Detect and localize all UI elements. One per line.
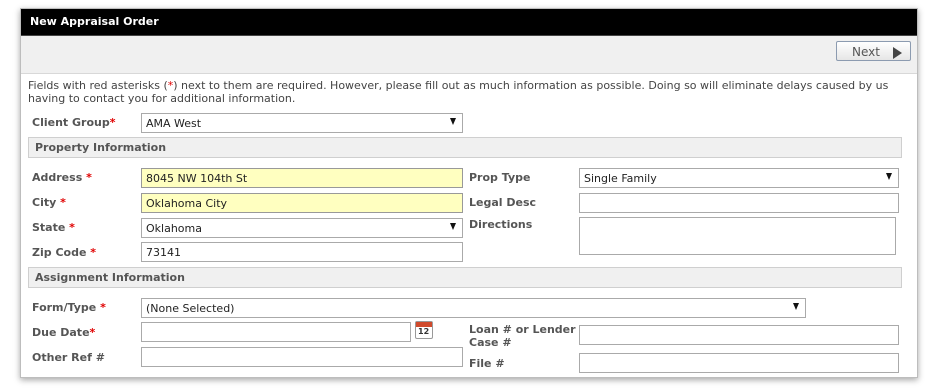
city-label: City * [32, 196, 66, 209]
client-group-select[interactable]: AMA West [141, 113, 463, 133]
form-type-value: (None Selected) [146, 302, 235, 315]
notice-text-start: Fields with red asterisks ( [28, 79, 168, 92]
next-button-label: Next [852, 45, 880, 59]
state-select[interactable]: Oklahoma [141, 218, 463, 238]
due-date-label: Due Date* [32, 326, 96, 339]
city-input[interactable]: Oklahoma City [141, 193, 463, 213]
prop-type-label: Prop Type [469, 171, 531, 184]
prop-type-select[interactable]: Single Family [579, 168, 899, 188]
address-label: Address * [32, 171, 92, 184]
due-date-input[interactable] [141, 322, 411, 342]
state-value: Oklahoma [146, 222, 202, 235]
chevron-down-icon [886, 173, 892, 180]
directions-textarea[interactable] [579, 217, 896, 255]
chevron-down-icon [450, 118, 456, 125]
city-value: Oklahoma City [146, 197, 228, 210]
chevron-down-icon [793, 303, 799, 310]
window-title: New Appraisal Order [30, 15, 159, 28]
file-number-input[interactable] [579, 353, 899, 373]
loan-number-input[interactable] [579, 325, 899, 345]
chevron-down-icon [450, 223, 456, 230]
next-button[interactable]: Next [836, 41, 911, 61]
window-titlebar: New Appraisal Order [21, 9, 917, 36]
assignment-information-header: Assignment Information [28, 267, 902, 288]
form-type-label: Form/Type * [32, 301, 106, 314]
assignment-information-title: Assignment Information [35, 271, 185, 284]
other-ref-input[interactable] [141, 347, 463, 367]
legal-desc-input[interactable] [579, 193, 899, 213]
appraisal-order-panel: New Appraisal Order Next Fields with red… [20, 8, 918, 378]
zip-code-input[interactable]: 73141 [141, 242, 463, 262]
state-label: State * [32, 221, 75, 234]
directions-label: Directions [469, 218, 533, 231]
property-information-title: Property Information [35, 141, 167, 154]
required-fields-notice: Fields with red asterisks (*) next to th… [28, 79, 908, 105]
prop-type-value: Single Family [584, 172, 657, 185]
calendar-icon[interactable]: 12 [415, 321, 433, 339]
client-group-value: AMA West [146, 117, 202, 130]
legal-desc-label: Legal Desc [469, 196, 537, 209]
file-number-label: File # [469, 357, 505, 370]
other-ref-label: Other Ref # [32, 351, 105, 364]
loan-number-label: Loan # or Lender Case # [469, 323, 576, 349]
play-arrow-icon [893, 47, 902, 59]
toolbar: Next [21, 36, 917, 74]
property-information-header: Property Information [28, 137, 902, 158]
address-value: 8045 NW 104th St [146, 172, 248, 185]
zip-code-label: Zip Code * [32, 246, 97, 259]
form-type-select[interactable]: (None Selected) [141, 298, 806, 318]
calendar-day: 12 [418, 327, 430, 336]
address-input[interactable]: 8045 NW 104th St [141, 168, 463, 188]
zip-code-value: 73141 [146, 246, 181, 259]
client-group-label: Client Group* [32, 116, 116, 129]
